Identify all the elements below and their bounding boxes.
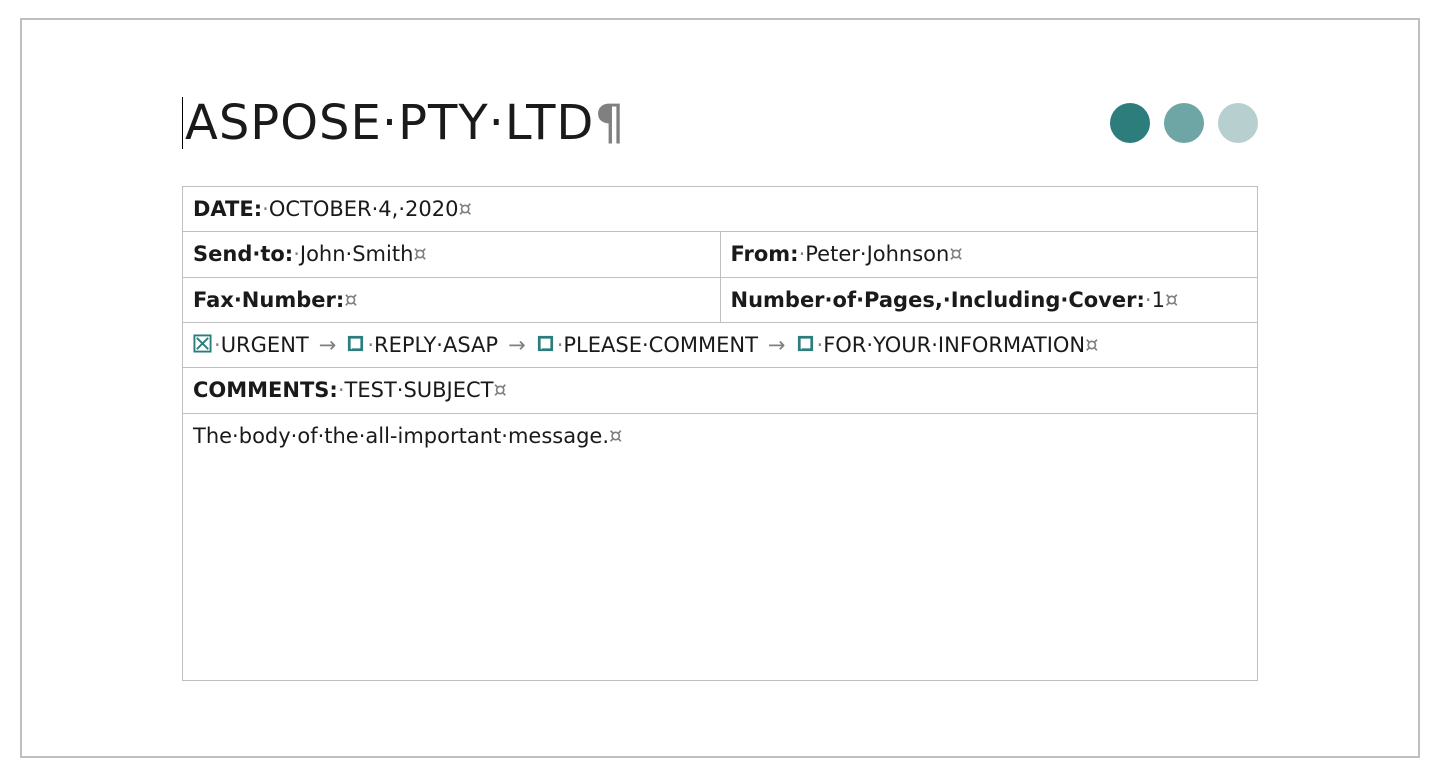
date-label: DATE: (193, 197, 262, 221)
checkbox-icon (536, 334, 555, 353)
fax-table: DATE:·OCTOBER·4,·2020¤ Send·to:·John·Smi… (182, 186, 1258, 681)
logo-dots (1110, 103, 1258, 143)
separator-dot: · (1145, 288, 1152, 312)
end-mark: ¤ (609, 424, 622, 448)
comments-cell: COMMENTS:·TEST·SUBJECT¤ (183, 368, 1258, 413)
pages-value: 1 (1152, 288, 1165, 312)
end-mark: ¤ (413, 242, 426, 266)
options-list: ·URGENT→·REPLY·ASAP→·PLEASE·COMMENT→·FOR… (193, 333, 1085, 357)
option-label: REPLY·ASAP (374, 333, 498, 357)
separator-dot: · (338, 378, 345, 402)
from-label: From: (731, 242, 799, 266)
end-mark: ¤ (1085, 333, 1098, 357)
option-label: URGENT (221, 333, 309, 357)
fax-number-cell: Fax·Number:¤ (183, 277, 721, 322)
date-cell: DATE:·OCTOBER·4,·2020¤ (183, 187, 1258, 232)
end-mark: ¤ (344, 288, 357, 312)
body-cell: The·body·of·the·all-important·message.¤ (183, 413, 1258, 680)
checkbox-icon (796, 334, 815, 353)
option-label: FOR·YOUR·INFORMATION (823, 333, 1085, 357)
header-row: ASPOSE·PTY·LTD¶ (182, 95, 1258, 151)
pages-label: Number·of·Pages,·Including·Cover: (731, 288, 1145, 312)
from-value: Peter·Johnson (805, 242, 949, 266)
tab-arrow-mark: → (508, 331, 526, 359)
option-label: PLEASE·COMMENT (563, 333, 758, 357)
pages-cell: Number·of·Pages,·Including·Cover:·1¤ (720, 277, 1258, 322)
company-title: ASPOSE·PTY·LTD¶ (182, 95, 626, 151)
fax-number-label: Fax·Number: (193, 288, 344, 312)
logo-dot-3 (1218, 103, 1258, 143)
separator-dot: · (214, 333, 221, 357)
end-mark: ¤ (458, 197, 471, 221)
end-mark: ¤ (494, 378, 507, 402)
options-cell: ·URGENT→·REPLY·ASAP→·PLEASE·COMMENT→·FOR… (183, 323, 1258, 368)
send-to-cell: Send·to:·John·Smith¤ (183, 232, 721, 277)
end-mark: ¤ (949, 242, 962, 266)
send-to-label: Send·to: (193, 242, 293, 266)
send-to-value: John·Smith (300, 242, 414, 266)
document-page: ASPOSE·PTY·LTD¶ DATE:·OCTOBER·4,·2020¤ S… (20, 18, 1420, 758)
checkbox-icon (346, 334, 365, 353)
tab-arrow-mark: → (768, 331, 786, 359)
comments-label: COMMENTS: (193, 378, 338, 402)
comments-value: TEST·SUBJECT (345, 378, 494, 402)
logo-dot-2 (1164, 103, 1204, 143)
checkbox-icon (193, 334, 212, 353)
tab-arrow-mark: → (319, 331, 337, 359)
separator-dot: · (293, 242, 300, 266)
end-mark: ¤ (1165, 288, 1178, 312)
logo-dot-1 (1110, 103, 1150, 143)
body-text: The·body·of·the·all-important·message. (193, 424, 609, 448)
date-value: OCTOBER·4,·2020 (269, 197, 459, 221)
company-title-text: ASPOSE·PTY·LTD (185, 95, 594, 151)
separator-dot: · (262, 197, 269, 221)
from-cell: From:·Peter·Johnson¤ (720, 232, 1258, 277)
pilcrow-mark: ¶ (594, 95, 626, 151)
text-cursor (182, 97, 183, 149)
